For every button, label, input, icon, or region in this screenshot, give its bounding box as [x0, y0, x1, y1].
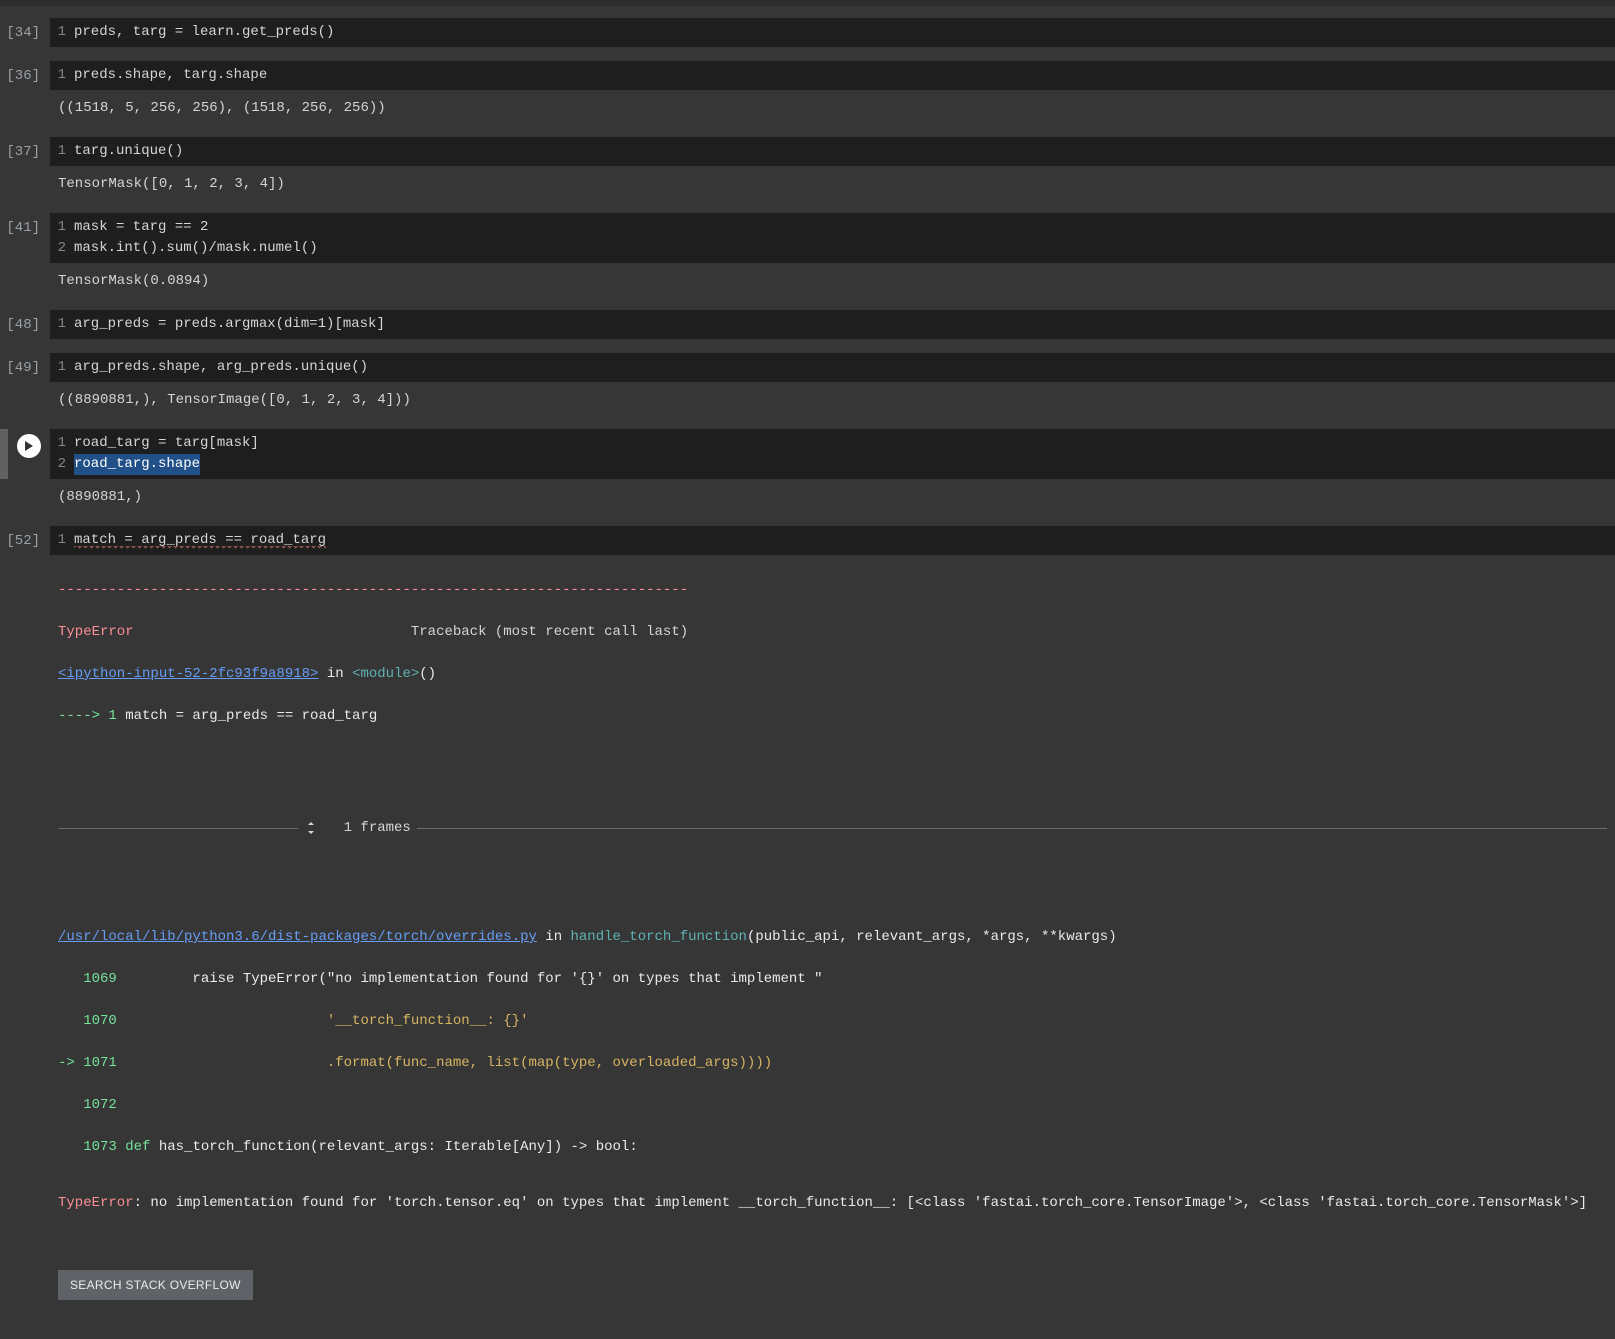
cell-52: [52] 1match = arg_preds == road_targ ---…	[0, 526, 1615, 1325]
code-text: arg_preds.shape, arg_preds.unique()	[74, 357, 368, 378]
top-divider	[0, 0, 1615, 6]
line-number: 1	[50, 141, 74, 162]
code-editor[interactable]: 1road_targ = targ[mask] 2road_targ.shape	[50, 429, 1615, 479]
prompt-41: [41]	[0, 213, 50, 239]
tb-lineno: 1073	[58, 1139, 117, 1155]
code-editor[interactable]: 1mask = targ == 2 2mask.int().sum()/mask…	[50, 213, 1615, 263]
code-text: preds, targ = learn.get_preds()	[74, 22, 334, 43]
func-sig: (public_api, relevant_args, *args, **kwa…	[747, 929, 1117, 945]
error-name: TypeError	[58, 624, 134, 640]
frames-line	[58, 828, 298, 829]
line-number: 1	[50, 314, 74, 335]
code-text: mask.int().sum()/mask.numel()	[74, 238, 318, 259]
line-number: 1	[50, 357, 74, 378]
code-editor[interactable]: 1arg_preds = preds.argmax(dim=1)[mask]	[50, 310, 1615, 339]
code-editor[interactable]: 1targ.unique()	[50, 137, 1615, 166]
search-stack-overflow-button[interactable]: SEARCH STACK OVERFLOW	[58, 1270, 253, 1300]
line-number: 1	[50, 530, 74, 551]
code-editor[interactable]: 1preds, targ = learn.get_preds()	[50, 18, 1615, 47]
code-text: road_targ = targ[mask]	[74, 433, 259, 454]
parens: ()	[419, 666, 436, 682]
cell-41: [41] 1mask = targ == 2 2mask.int().sum()…	[0, 213, 1615, 296]
cell-output: TensorMask([0, 1, 2, 3, 4])	[50, 166, 1615, 199]
error-output: ----------------------------------------…	[50, 555, 1615, 1325]
cell-48: [48] 1arg_preds = preds.argmax(dim=1)[ma…	[0, 310, 1615, 339]
prompt-48: [48]	[0, 310, 50, 336]
tb-src: has_torch_function(relevant_args: Iterab…	[150, 1139, 637, 1155]
cell-output: ((1518, 5, 256, 256), (1518, 256, 256))	[50, 90, 1615, 123]
code-text: preds.shape, targ.shape	[74, 65, 267, 86]
code-editor[interactable]: 1arg_preds.shape, arg_preds.unique()	[50, 353, 1615, 382]
error-name-final: TypeError	[58, 1195, 134, 1211]
traceback-label: Traceback (most recent call last)	[134, 624, 689, 640]
prompt-52: [52]	[0, 526, 50, 552]
cell-49: [49] 1arg_preds.shape, arg_preds.unique(…	[0, 353, 1615, 415]
cell-34: [34] 1preds, targ = learn.get_preds()	[0, 18, 1615, 47]
cell-output: (8890881,)	[50, 479, 1615, 512]
def-keyword: def	[125, 1139, 150, 1155]
in-label: in	[537, 929, 571, 945]
code-text: targ.unique()	[74, 141, 183, 162]
active-cell-gutter	[0, 429, 8, 479]
cell-37: [37] 1targ.unique() TensorMask([0, 1, 2,…	[0, 137, 1615, 199]
code-text: arg_preds = preds.argmax(dim=1)[mask]	[74, 314, 385, 335]
line-number: 2	[50, 454, 74, 475]
prompt-37: [37]	[0, 137, 50, 163]
line-number: 1	[50, 433, 74, 454]
frames-toggle-row: 1 frames	[58, 779, 1607, 877]
tb-src-pre	[117, 1139, 125, 1155]
code-editor[interactable]: 1match = arg_preds == road_targ	[50, 526, 1615, 555]
code-text: match = arg_preds == road_targ	[74, 530, 326, 551]
squiggle-warning: match = arg_preds == road_targ	[74, 532, 326, 549]
expand-frames-button[interactable]	[304, 779, 338, 877]
line-number: 1	[50, 217, 74, 238]
tb-src: '__torch_function__: {}'	[117, 1013, 529, 1029]
code-text-selected: road_targ.shape	[74, 454, 200, 475]
line-number: 1	[50, 65, 74, 86]
cell-output: TensorMask(0.0894)	[50, 263, 1615, 296]
tb-lineno: -> 1071	[58, 1055, 117, 1071]
tb-src: raise TypeError("no implementation found…	[117, 971, 823, 987]
line-number: 1	[50, 22, 74, 43]
play-icon	[24, 441, 34, 451]
cell-active: 1road_targ = targ[mask] 2road_targ.shape…	[0, 429, 1615, 512]
source-file-link[interactable]: /usr/local/lib/python3.6/dist-packages/t…	[58, 929, 537, 945]
tb-arrow: ----> 1	[58, 708, 125, 724]
tb-code: match = arg_preds == road_targ	[125, 708, 377, 724]
func-name: handle_torch_function	[571, 929, 747, 945]
traceback-divider: ----------------------------------------…	[58, 582, 688, 598]
ipython-input-link[interactable]: <ipython-input-52-2fc93f9a8918>	[58, 666, 318, 682]
frames-count: 1 frames	[344, 818, 411, 839]
frames-line	[417, 828, 1607, 829]
code-text: mask = targ == 2	[74, 217, 208, 238]
cell-output: ((8890881,), TensorImage([0, 1, 2, 3, 4]…	[50, 382, 1615, 415]
unfold-icon	[304, 821, 318, 835]
tb-lineno: 1070	[58, 1013, 117, 1029]
prompt-34: [34]	[0, 18, 50, 44]
tb-lineno: 1069	[58, 971, 117, 987]
prompt-49: [49]	[0, 353, 50, 379]
prompt-36: [36]	[0, 61, 50, 87]
line-number: 2	[50, 238, 74, 259]
tb-lineno: 1072	[58, 1097, 117, 1113]
cell-36: [36] 1preds.shape, targ.shape ((1518, 5,…	[0, 61, 1615, 123]
tb-src: .format(func_name, list(map(type, overlo…	[117, 1055, 772, 1071]
module-label: <module>	[352, 666, 419, 682]
error-message: : no implementation found for 'torch.ten…	[134, 1195, 1587, 1211]
code-editor[interactable]: 1preds.shape, targ.shape	[50, 61, 1615, 90]
run-cell-button[interactable]	[17, 434, 41, 458]
in-label: in	[318, 666, 352, 682]
